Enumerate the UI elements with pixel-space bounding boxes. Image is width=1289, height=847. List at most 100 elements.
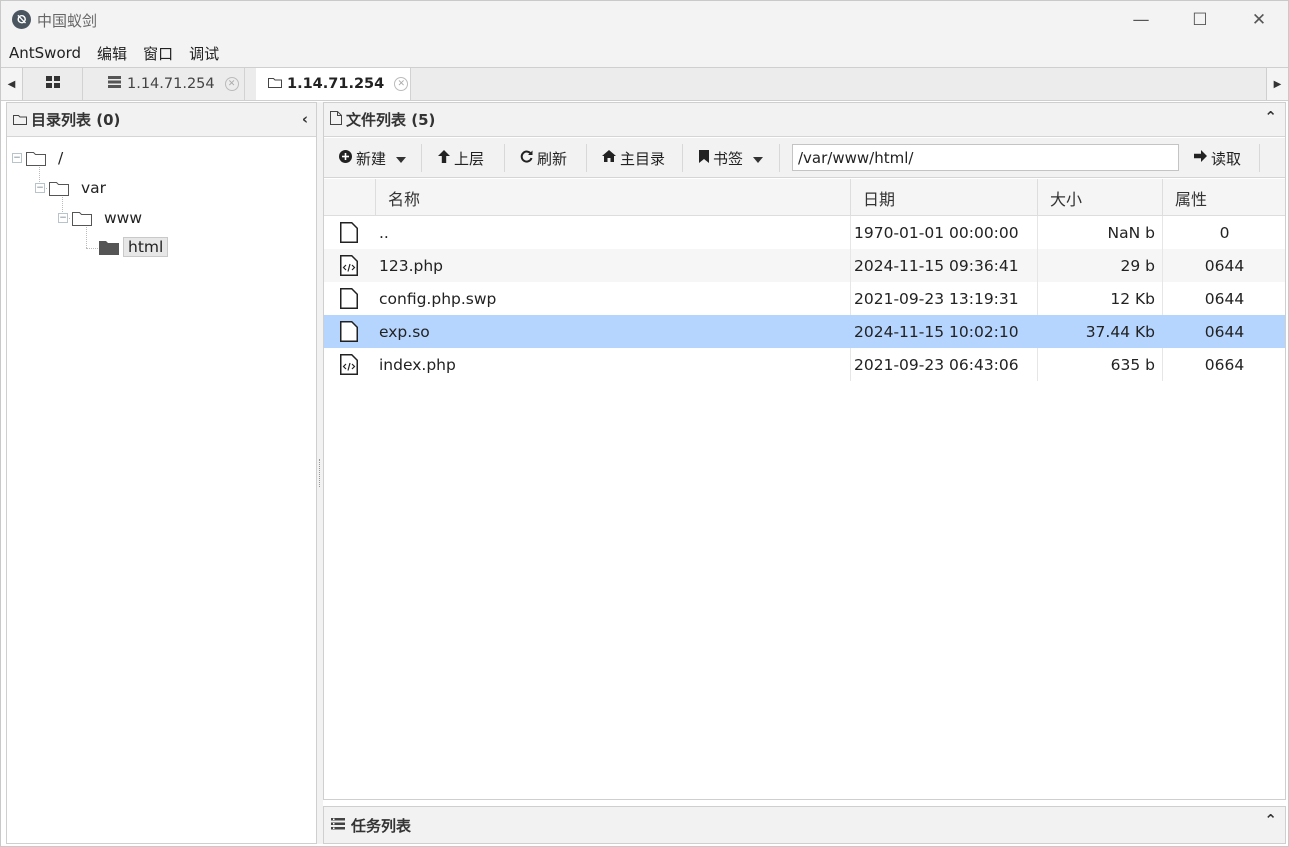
plus-circle-icon (339, 149, 352, 167)
folder-icon (49, 181, 69, 196)
grid-icon (45, 76, 60, 92)
file-icon (330, 110, 342, 129)
bookmark-button[interactable]: 书签 (699, 138, 764, 178)
folder-icon (13, 111, 27, 129)
file-size: 37.44 Kb (1085, 322, 1155, 341)
column-date[interactable]: 日期 (850, 179, 1037, 216)
tab-label: 1.14.71.254 (287, 76, 385, 92)
caret-down-icon (753, 149, 764, 167)
tree-node-root[interactable]: − / (12, 149, 63, 167)
refresh-button[interactable]: 刷新 (520, 138, 567, 178)
directory-panel-title: 目录列表 (0) (31, 111, 121, 129)
read-label: 读取 (1211, 149, 1242, 168)
task-list-icon (331, 816, 345, 834)
file-panel-title: 文件列表 (5) (346, 111, 436, 129)
home-dir-button[interactable]: 主目录 (602, 138, 665, 178)
task-panel-title: 任务列表 (351, 816, 412, 835)
file-panel-header: 文件列表 (5) ⌃ (324, 103, 1285, 137)
file-name: 123.php (379, 256, 444, 275)
tree-label[interactable]: www (104, 209, 142, 227)
folder-open-icon (99, 240, 119, 255)
folder-icon (268, 76, 282, 92)
maximize-button[interactable]: ☐ (1171, 1, 1229, 39)
tree-label[interactable]: / (58, 149, 63, 167)
file-row-selected[interactable]: exp.so 2024-11-15 10:02:10 37.44 Kb 0644 (324, 315, 1285, 348)
directory-panel-header: 目录列表 (0) ‹ (7, 103, 316, 137)
file-size: 29 b (1120, 256, 1156, 275)
close-window-button[interactable]: ✕ (1230, 1, 1288, 39)
file-name: index.php (379, 355, 456, 374)
tree-collapse-icon[interactable]: − (58, 213, 68, 223)
tree-collapse-icon[interactable]: − (12, 153, 22, 163)
file-icon (340, 288, 358, 313)
home-icon (602, 150, 616, 166)
tab-home[interactable] (23, 68, 83, 100)
code-file-icon (340, 354, 358, 379)
file-perm: 0644 (1204, 322, 1245, 341)
file-perm: 0644 (1204, 256, 1245, 275)
tab-server[interactable]: 1.14.71.254 ✕ (83, 68, 245, 100)
new-button[interactable]: 新建 (339, 138, 407, 178)
tree-label-selected[interactable]: html (123, 237, 169, 257)
file-size: 635 b (1110, 355, 1155, 374)
column-size[interactable]: 大小 (1037, 179, 1162, 216)
tab-scroll-right-icon[interactable]: ▶ (1266, 68, 1288, 100)
path-input[interactable] (792, 144, 1179, 171)
tab-scroll-left-icon[interactable]: ◀ (1, 68, 23, 100)
menu-bar: AntSword 编辑 窗口 调试 (1, 39, 1288, 67)
new-label: 新建 (356, 149, 387, 168)
splitter-grip-icon[interactable] (319, 459, 321, 487)
file-icon (340, 222, 358, 247)
file-date: 2024-11-15 09:36:41 (854, 256, 1019, 275)
file-date: 2021-09-23 13:19:31 (854, 289, 1019, 308)
file-perm: 0664 (1204, 355, 1245, 374)
file-size: NaN b (1107, 223, 1155, 242)
menu-edit[interactable]: 编辑 (97, 43, 127, 64)
menu-antsword[interactable]: AntSword (9, 44, 81, 62)
file-date: 2024-11-15 10:02:10 (854, 322, 1019, 341)
file-grid-header: 名称 日期 大小 属性 (324, 179, 1285, 216)
caret-down-icon (396, 149, 407, 167)
tree-label[interactable]: var (81, 179, 106, 197)
tab-close-icon[interactable]: ✕ (394, 77, 409, 91)
directory-panel: 目录列表 (0) ‹ − / − var − www html (6, 102, 317, 844)
read-button[interactable]: 读取 (1194, 138, 1241, 178)
file-date: 1970-01-01 00:00:00 (854, 223, 1019, 242)
code-file-icon (340, 255, 358, 280)
expand-up-icon[interactable]: ⌃ (1264, 811, 1277, 829)
file-perm: 0644 (1204, 289, 1245, 308)
up-label: 上层 (454, 149, 485, 168)
tree-node-html[interactable]: html (99, 237, 169, 257)
file-icon (340, 321, 358, 346)
file-panel: 文件列表 (5) ⌃ 新建 上层 刷新 主目录 书签 /var/www/html… (323, 102, 1286, 800)
tree-node-var[interactable]: − var (35, 179, 106, 197)
refresh-icon (520, 150, 533, 167)
minimize-button[interactable]: — (1112, 1, 1170, 39)
file-row[interactable]: config.php.swp 2021-09-23 13:19:31 12 Kb… (324, 282, 1285, 315)
menu-debug[interactable]: 调试 (189, 43, 219, 64)
folder-icon (72, 211, 92, 226)
tab-label: 1.14.71.254 (127, 76, 215, 92)
home-dir-label: 主目录 (620, 149, 666, 168)
folder-icon (26, 151, 46, 166)
collapse-left-icon[interactable]: ‹ (302, 110, 308, 128)
tab-files[interactable]: 1.14.71.254 ✕ (256, 68, 411, 100)
up-button[interactable]: 上层 (438, 138, 484, 178)
file-name: config.php.swp (379, 289, 497, 308)
collapse-up-icon[interactable]: ⌃ (1264, 108, 1277, 126)
file-date: 2021-09-23 06:43:06 (854, 355, 1019, 374)
file-name: exp.so (379, 322, 430, 341)
menu-window[interactable]: 窗口 (143, 43, 173, 64)
file-row[interactable]: index.php 2021-09-23 06:43:06 635 b 0664 (324, 348, 1285, 381)
app-logo-icon: ⦰ (12, 10, 31, 29)
tree-node-www[interactable]: − www (58, 209, 142, 227)
file-row[interactable]: 123.php 2024-11-15 09:36:41 29 b 0644 (324, 249, 1285, 282)
tab-close-icon[interactable]: ✕ (224, 77, 239, 91)
file-row[interactable]: .. 1970-01-01 00:00:00 NaN b 0 (324, 216, 1285, 249)
task-panel: 任务列表 ⌃ (323, 806, 1286, 844)
arrow-up-icon (438, 149, 450, 167)
column-name[interactable]: 名称 (375, 179, 850, 216)
file-size: 12 Kb (1110, 289, 1155, 308)
tree-collapse-icon[interactable]: − (35, 183, 45, 193)
column-perm[interactable]: 属性 (1162, 179, 1287, 216)
